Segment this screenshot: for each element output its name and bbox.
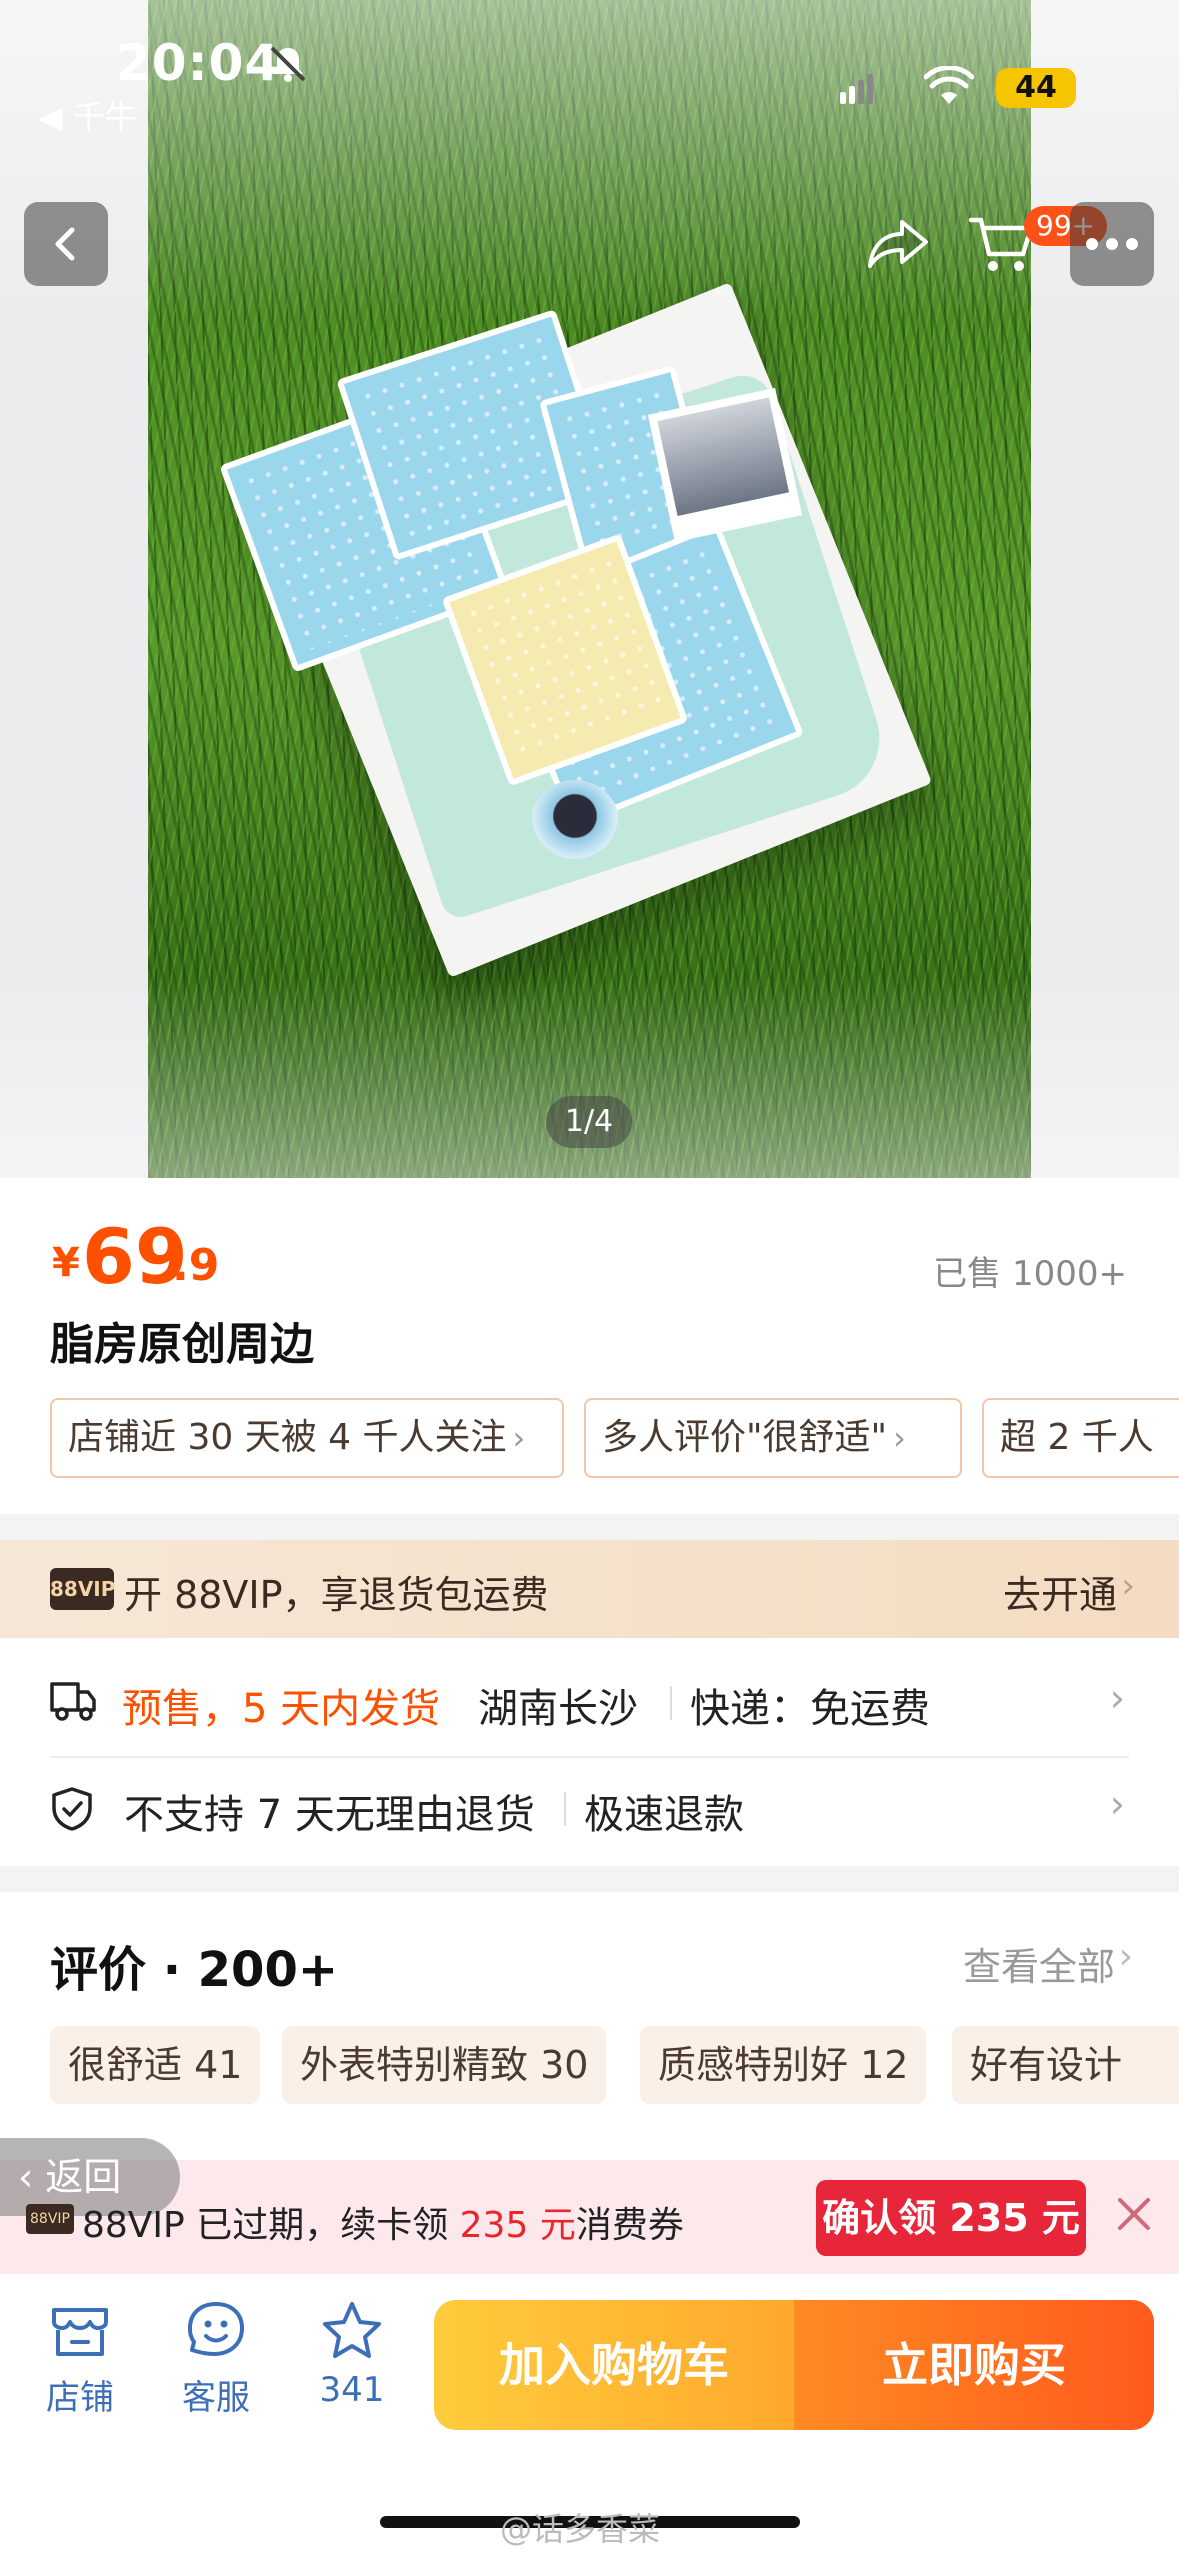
- vip-activate-link[interactable]: 去开通: [1003, 1564, 1117, 1619]
- silent-bell-icon: [270, 46, 306, 82]
- vip-promo-text: 开 88VIP，享退货包运费: [124, 1573, 549, 1617]
- product-image-gallery[interactable]: [0, 0, 1179, 1178]
- acrylic-charm: [530, 780, 620, 870]
- favorite-button[interactable]: 341: [302, 2300, 402, 2410]
- status-bar: 20:04 ◀ 千牛 44: [0, 0, 1179, 136]
- chevron-right-icon: ›: [1121, 1566, 1135, 1606]
- ship-from-location: 湖南长沙: [478, 1686, 638, 1732]
- back-button[interactable]: [24, 202, 108, 286]
- more-dots-icon: [1086, 238, 1138, 250]
- chevron-right-icon[interactable]: ›: [1110, 1782, 1125, 1826]
- return-policy: 不支持 7 天无理由退货: [124, 1792, 535, 1838]
- cellular-signal-icon: [840, 74, 873, 104]
- sold-count: 已售 1000+: [933, 1254, 1127, 1294]
- vip-badge: 88VIP: [50, 1568, 115, 1610]
- store-icon: [52, 2308, 108, 2356]
- divider: [564, 1792, 566, 1826]
- currency-symbol: ¥: [52, 1240, 80, 1286]
- add-to-cart-button[interactable]: 加入购物车: [434, 2300, 794, 2430]
- back-to-app-link[interactable]: ◀ 千牛: [38, 92, 137, 138]
- share-icon: [868, 220, 928, 268]
- chat-face-icon: [188, 2302, 244, 2356]
- chevron-left-icon: [55, 227, 75, 261]
- divider: [670, 1686, 672, 1720]
- chevron-left-icon: ‹: [18, 2155, 46, 2199]
- wifi-icon: [924, 66, 974, 104]
- store-button[interactable]: 店铺: [30, 2300, 130, 2419]
- chevron-right-icon: ›: [512, 1419, 526, 1457]
- see-all-reviews-link[interactable]: 查看全部: [963, 1936, 1115, 1991]
- more-button[interactable]: [1070, 202, 1154, 286]
- polaroid-photo: [647, 387, 803, 543]
- status-time: 20:04: [116, 34, 281, 92]
- highlight-chip-buyers[interactable]: 超 2 千人: [982, 1398, 1179, 1478]
- chevron-right-icon: ›: [1118, 1936, 1133, 1977]
- fast-refund: 极速退款: [584, 1792, 744, 1838]
- highlight-chip-comfortable[interactable]: 多人评价"很舒适" ›: [584, 1398, 962, 1478]
- highlight-chip-followers[interactable]: 店铺近 30 天被 4 千人关注 ›: [50, 1398, 564, 1478]
- chevron-right-icon[interactable]: ›: [1110, 1676, 1125, 1720]
- divider: [50, 1756, 1129, 1758]
- express-fee: 快递：免运费: [690, 1686, 930, 1732]
- product-title: 脂房原创周边: [50, 1319, 314, 1370]
- claim-coupon-button[interactable]: 确认领 235 元: [816, 2180, 1086, 2256]
- review-tag[interactable]: 质感特别好 12: [640, 2026, 927, 2104]
- delivery-truck-icon: [50, 1682, 96, 1721]
- reviews-title: 评价 · 200+: [50, 1942, 339, 1998]
- review-tag[interactable]: 很舒适 41: [50, 2026, 261, 2104]
- review-tag[interactable]: 外表特别精致 30: [282, 2026, 607, 2104]
- vip-badge: 88VIP: [26, 2204, 74, 2234]
- buy-now-button[interactable]: 立即购买: [794, 2300, 1154, 2430]
- close-icon[interactable]: [1114, 2194, 1154, 2234]
- star-icon: [323, 2302, 381, 2358]
- vip-expiry-text: 88VIP 已过期，续卡领 235 元消费券: [82, 2205, 684, 2246]
- price-decimal: .9: [172, 1240, 220, 1291]
- share-button[interactable]: [856, 202, 940, 286]
- watermark: @话多香菜: [500, 2510, 661, 2548]
- presale-status: 预售，5 天内发货: [122, 1686, 441, 1732]
- gallery-pager: 1/4: [546, 1096, 632, 1148]
- shield-check-icon: [52, 1787, 92, 1831]
- review-tag[interactable]: 好有设计: [952, 2026, 1179, 2104]
- battery-indicator: 44: [996, 68, 1076, 108]
- customer-service-button[interactable]: 客服: [166, 2300, 266, 2419]
- chevron-right-icon: ›: [893, 1419, 906, 1457]
